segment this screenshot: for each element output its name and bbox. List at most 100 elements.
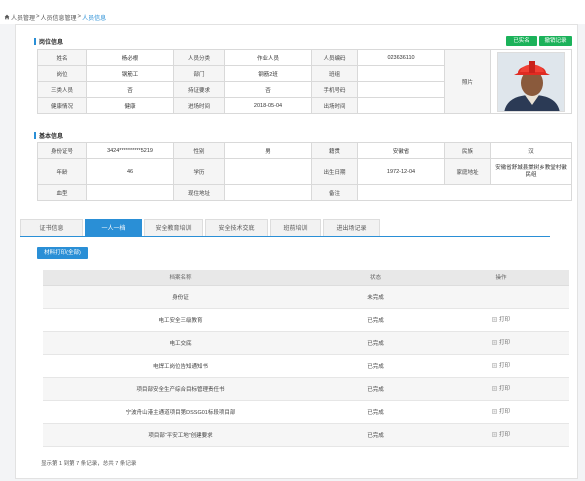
photo-cell (490, 49, 572, 114)
cert-req-value: 否 (224, 81, 312, 98)
name-label: 姓名 (37, 49, 87, 66)
table-row: 宁波舟山港主通道项目第DSSG01标段项目部 已完成 打印 (43, 400, 569, 424)
home-icon[interactable] (4, 14, 10, 20)
tab-one-person-one-file[interactable]: 一人一档 (85, 219, 142, 237)
status-cell: 已完成 (318, 308, 433, 332)
print-link[interactable]: 打印 (492, 430, 510, 438)
nation-value: 汉 (490, 142, 572, 159)
table-row: 身份证 未完成 (43, 285, 569, 309)
file-name-cell: 身份证 (43, 285, 318, 309)
education-label: 学历 (173, 158, 225, 185)
print-icon (492, 409, 497, 414)
print-link-label: 打印 (498, 340, 510, 347)
table-row: 电工安全三级教育 已完成 打印 (43, 308, 569, 332)
column-header-file-name: 档案名称 (43, 270, 318, 286)
team-label: 班组 (311, 65, 358, 82)
print-link[interactable]: 打印 (492, 338, 510, 346)
status-cell: 已完成 (318, 400, 433, 424)
breadcrumb-separator: > (77, 14, 82, 20)
three-class-value: 否 (86, 81, 174, 98)
tab-safety-briefing[interactable]: 安全技术交底 (205, 219, 268, 237)
birth-date-label: 出生日期 (311, 158, 358, 185)
print-link[interactable]: 打印 (492, 315, 510, 323)
realname-button[interactable]: 已实名 (506, 36, 537, 46)
phone-label: 手机号码 (311, 81, 358, 98)
column-header-status: 状态 (318, 270, 433, 286)
three-class-label: 三类人员 (37, 81, 87, 98)
status-cell: 已完成 (318, 331, 433, 355)
print-link-label: 打印 (498, 432, 510, 439)
education-value (224, 158, 312, 185)
remark-label: 备注 (311, 184, 358, 201)
table-row: 电焊工岗位告知通知书 已完成 打印 (43, 354, 569, 378)
print-link[interactable]: 打印 (492, 384, 510, 392)
code-label: 人员编码 (311, 49, 358, 66)
sex-value: 男 (224, 142, 312, 159)
basic-info-table: 身份证号 3424**********5219 性别 男 籍贯 安徽省 民族 汉… (37, 142, 572, 201)
nation-label: 民族 (444, 142, 491, 159)
tab-underline (20, 236, 550, 237)
id-number-value: 3424**********5219 (86, 142, 174, 159)
print-link-label: 打印 (498, 386, 510, 393)
tab-entry-exit-records[interactable]: 进出场记录 (323, 219, 380, 237)
remark-value (357, 184, 572, 201)
file-name-cell: 电工交底 (43, 331, 318, 355)
file-name-cell: 电工安全三级教育 (43, 308, 318, 332)
category-label: 人员分类 (173, 49, 225, 66)
breadcrumb: 人员管理 > 人员信息管理 > 人员信息 (0, 0, 585, 24)
breadcrumb-item-personnel-info: 人员信息 (82, 15, 107, 22)
print-link[interactable]: 打印 (492, 361, 510, 369)
id-number-label: 身份证号 (37, 142, 87, 159)
tab-pre-shift-training[interactable]: 班前培训 (270, 219, 321, 237)
enter-time-label: 进场时间 (173, 97, 225, 114)
enter-time-value: 2018-05-04 (224, 97, 312, 114)
tab-bar: 证书信息 一人一档 安全教育培训 安全技术交底 班前培训 进出场记录 (20, 219, 380, 237)
health-label: 健康情况 (37, 97, 87, 114)
age-label: 年龄 (37, 158, 87, 185)
action-cell: 打印 (433, 400, 569, 424)
health-value: 健康 (86, 97, 174, 114)
breadcrumb-item-personnel-mgmt[interactable]: 人员管理 (11, 13, 35, 22)
blood-type-label: 血型 (37, 184, 87, 201)
team-value (357, 65, 445, 82)
home-address-value: 安徽省舒城县棠树乡教堂村徽民组 (490, 158, 572, 185)
birth-date-value: 1972-12-04 (357, 158, 445, 185)
action-cell: 打印 (433, 308, 569, 332)
status-cell: 未完成 (318, 285, 433, 309)
file-name-cell: 项目部“平安工地”创建要求 (43, 423, 318, 447)
file-name-cell: 电焊工岗位告知通知书 (43, 354, 318, 378)
status-cell: 已完成 (318, 423, 433, 447)
exit-time-value (357, 97, 445, 114)
phone-value (357, 81, 445, 98)
print-icon (492, 363, 497, 368)
dept-label: 部门 (173, 65, 225, 82)
origin-value: 安徽省 (357, 142, 445, 159)
print-all-button[interactable]: 材料打印(全部) (37, 247, 88, 259)
exit-time-label: 出场时间 (311, 97, 358, 114)
tab-certificates[interactable]: 证书信息 (20, 219, 83, 237)
sex-label: 性别 (173, 142, 225, 159)
print-icon (492, 432, 497, 437)
print-link-label: 打印 (498, 363, 510, 370)
print-link-label: 打印 (498, 317, 510, 324)
print-link[interactable]: 打印 (492, 407, 510, 415)
person-photo (497, 51, 565, 112)
cancel-record-button[interactable]: 撤销记录 (539, 36, 572, 46)
print-link-label: 打印 (498, 409, 510, 416)
action-cell: 打印 (433, 377, 569, 401)
table-row: 项目部“平安工地”创建要求 已完成 打印 (43, 423, 569, 447)
code-value: 023636110 (357, 49, 445, 66)
basic-info-title-text: 基本信息 (39, 134, 64, 140)
post-info-section-title: 岗位信息 (34, 37, 63, 46)
action-cell (433, 285, 569, 309)
breadcrumb-item-personnel-info-mgmt[interactable]: 人员信息管理 (41, 13, 77, 22)
column-header-action: 操作 (433, 270, 569, 286)
file-name-cell: 宁波舟山港主通道项目第DSSG01标段项目部 (43, 400, 318, 424)
post-info-title-text: 岗位信息 (39, 40, 64, 46)
table-row: 项目部安全生产综合目标管理责任书 已完成 打印 (43, 377, 569, 401)
tab-safety-education[interactable]: 安全教育培训 (144, 219, 203, 237)
file-name-cell: 项目部安全生产综合目标管理责任书 (43, 377, 318, 401)
status-cell: 已完成 (318, 377, 433, 401)
status-cell: 已完成 (318, 354, 433, 378)
print-icon (492, 386, 497, 391)
